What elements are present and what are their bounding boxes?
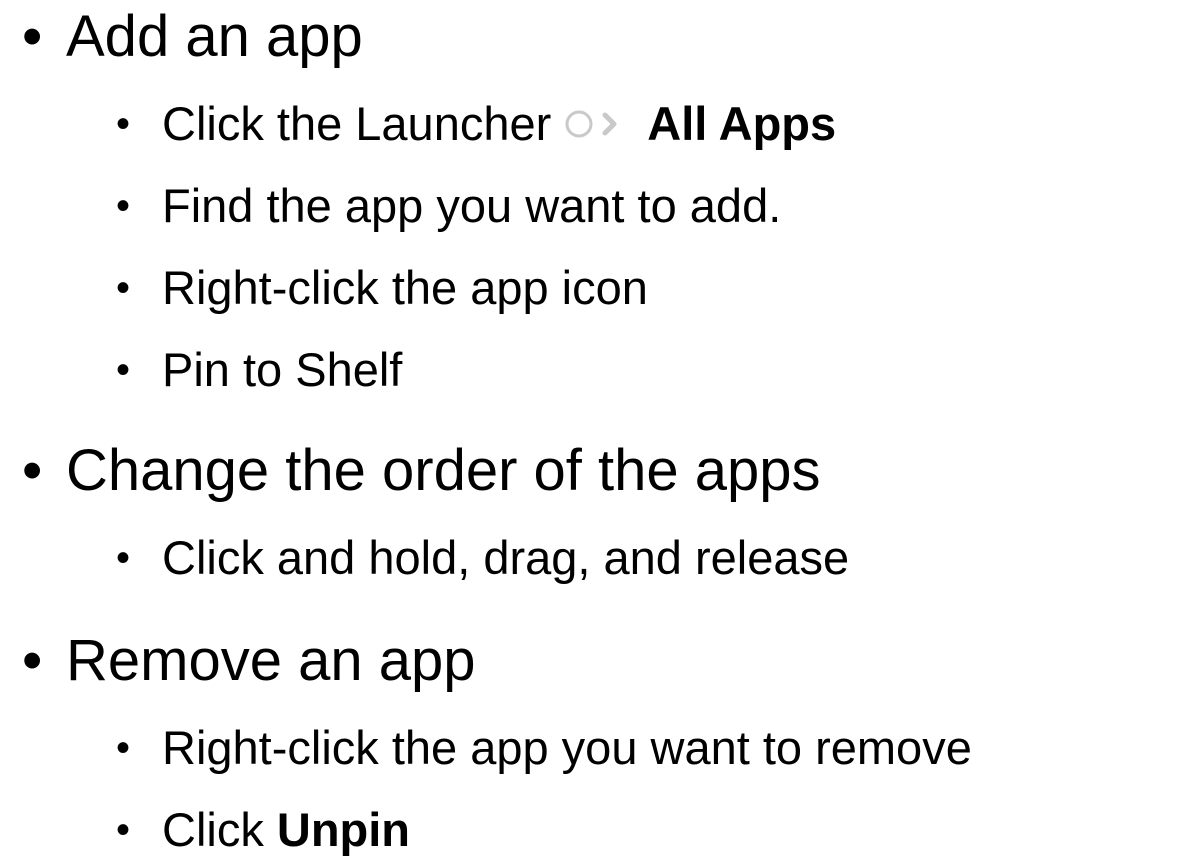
bullet: • <box>116 266 131 310</box>
list-item-right-click-remove: • Right-click the app you want to remove <box>116 724 972 771</box>
heading-add-an-app: • Add an app <box>22 8 363 66</box>
bullet: • <box>116 536 131 580</box>
unpin-label: Unpin <box>276 803 411 856</box>
heading-remove-an-app: • Remove an app <box>22 632 475 690</box>
launcher-icon <box>563 100 641 147</box>
bullet: • <box>22 438 43 503</box>
bullet: • <box>116 348 131 392</box>
item-text: Click the Launcher <box>162 97 552 150</box>
bullet: • <box>116 808 131 852</box>
list-item-find-app: • Find the app you want to add. <box>116 182 781 229</box>
list-item-click-launcher: • Click the Launcher All Apps <box>116 100 836 151</box>
item-text: Click <box>162 803 264 856</box>
bullet: • <box>22 4 43 69</box>
bullet: • <box>116 184 131 228</box>
list-item-pin-to-shelf: • Pin to Shelf <box>116 346 402 393</box>
heading-change-order: • Change the order of the apps <box>22 442 821 500</box>
bullet: • <box>116 726 131 770</box>
all-apps-label: All Apps <box>647 97 837 150</box>
heading-text: Change the order of the apps <box>66 438 821 503</box>
slide: • Add an app • Click the Launcher All Apps … <box>0 0 1181 863</box>
bullet: • <box>116 102 131 146</box>
item-text: Pin to Shelf <box>162 343 403 396</box>
bullet: • <box>22 628 43 693</box>
item-text: Right-click the app you want to remove <box>162 721 972 774</box>
heading-text: Remove an app <box>66 628 476 693</box>
heading-text: Add an app <box>66 4 363 69</box>
list-item-click-unpin: • Click Unpin <box>116 806 410 853</box>
list-item-click-hold-drag: • Click and hold, drag, and release <box>116 534 849 581</box>
item-text: Click and hold, drag, and release <box>162 531 850 584</box>
list-item-right-click-icon: • Right-click the app icon <box>116 264 648 311</box>
item-text: Right-click the app icon <box>162 261 648 314</box>
item-text: Find the app you want to add. <box>162 179 782 232</box>
